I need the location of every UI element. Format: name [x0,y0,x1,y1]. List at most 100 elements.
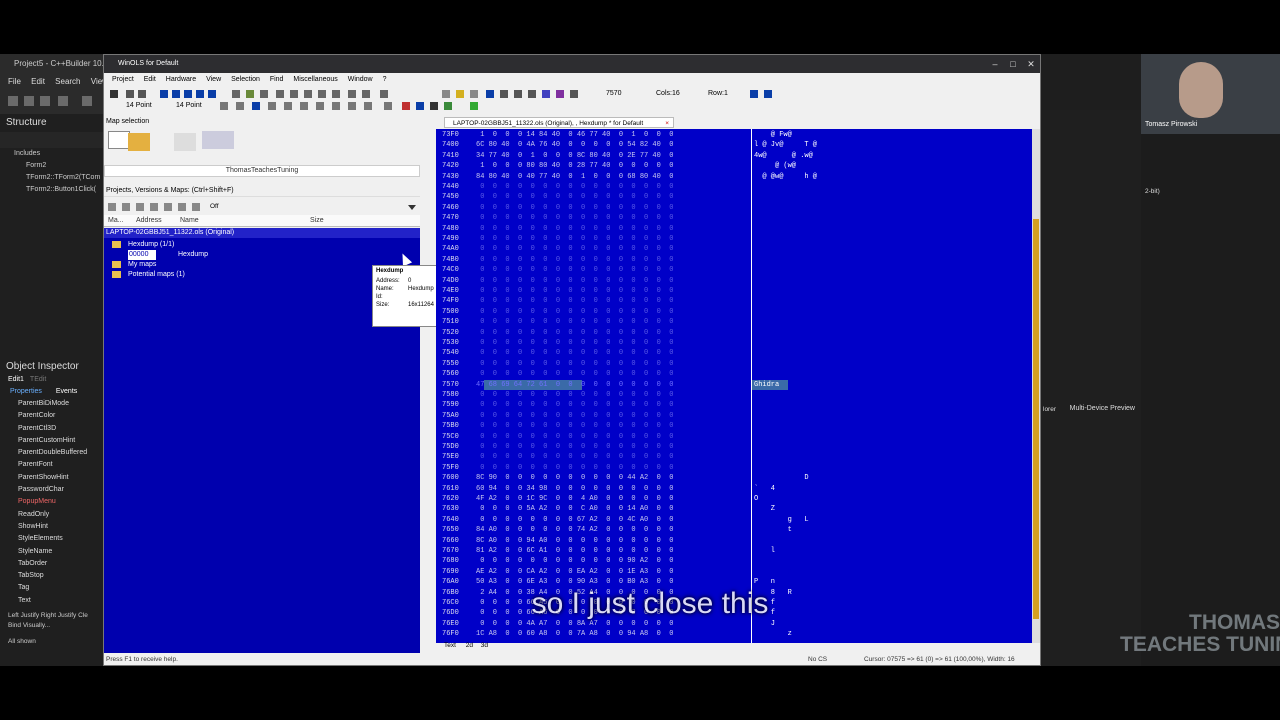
col-map[interactable]: Ma... [108,215,124,227]
ide-menu-view[interactable]: View [91,77,104,86]
toolbar-icon[interactable] [442,90,450,98]
hex-ascii[interactable]: z [754,629,874,639]
hex-row[interactable]: 7680 0 0 0 0 0 0 0 0 0 0 0 0 90 A2 0 0 [436,556,1032,566]
filter-off-label[interactable]: Off [210,203,219,210]
hex-row[interactable]: 7510 0 0 0 0 0 0 0 0 0 0 0 0 0 0 0 0 [436,317,1032,327]
hex-bytes[interactable]: 8C A0 0 0 94 A0 0 0 0 0 0 0 0 0 0 0 [476,536,746,546]
property-row[interactable]: Text [0,595,104,607]
hex-bytes[interactable]: 0 0 0 0 0 0 0 0 0 0 0 0 0 0 0 0 [476,234,746,244]
hex-bytes[interactable]: 0 0 0 0 0 0 0 0 0 0 0 0 0 0 0 0 [476,307,746,317]
toolbar-icon[interactable] [542,90,550,98]
prev-row-icon[interactable] [750,90,758,98]
forward-icon[interactable] [196,90,204,98]
property-row[interactable]: ParentColor [0,410,104,422]
toolbar-icon[interactable] [364,102,372,110]
toolbar-icon[interactable] [416,102,424,110]
hex-bytes[interactable]: 0 0 0 0 0 0 0 0 0 0 0 0 0 0 0 0 [476,411,746,421]
hex-row[interactable]: 7470 0 0 0 0 0 0 0 0 0 0 0 0 0 0 0 0 [436,213,1032,223]
hex-ascii[interactable]: Z [754,504,874,514]
hex-row[interactable]: 7440 0 0 0 0 0 0 0 0 0 0 0 0 0 0 0 0 [436,182,1032,192]
hex-bytes[interactable]: 0 0 0 0 0 0 0 0 0 0 0 0 0 0 0 0 [476,359,746,369]
property-row[interactable]: PasswordChar [0,484,104,496]
toolbar-icon[interactable] [252,102,260,110]
hex-ascii[interactable]: t [754,525,874,535]
hex-ascii[interactable]: @ @w@ h @ [754,172,874,182]
hex-row[interactable]: 7490 0 0 0 0 0 0 0 0 0 0 0 0 0 0 0 0 [436,234,1032,244]
property-row[interactable]: TabStop [0,570,104,582]
hex-row[interactable]: 7660 8C A0 0 0 94 A0 0 0 0 0 0 0 0 0 0 0 [436,536,1032,546]
back-icon[interactable] [172,90,180,98]
menu-selection[interactable]: Selection [231,76,260,83]
hex-row[interactable]: 7420 1 0 0 0 80 80 40 0 28 77 40 0 0 0 0… [436,161,1032,171]
close-tab-icon[interactable]: × [665,118,669,129]
hex-bytes[interactable]: 0 0 0 0 0 0 0 0 67 A2 0 0 4C A0 0 0 [476,515,746,525]
hex-bytes[interactable]: 0 0 0 0 0 0 0 0 0 0 0 0 0 0 0 0 [476,203,746,213]
hex-row[interactable]: 7500 0 0 0 0 0 0 0 0 0 0 0 0 0 0 0 0 [436,307,1032,317]
toolbar-icon[interactable] [318,90,326,98]
hex-bytes[interactable]: AE A2 0 0 CA A2 0 0 EA A2 0 0 1E A3 0 0 [476,567,746,577]
hex-bytes[interactable]: 0 0 0 0 0 0 0 0 0 0 0 0 0 0 0 0 [476,442,746,452]
hex-ascii[interactable]: l [754,546,874,556]
prev-icon[interactable] [160,90,168,98]
hex-row[interactable]: 7640 0 0 0 0 0 0 0 0 67 A2 0 0 4C A0 0 0… [436,515,1032,525]
oi-verbs[interactable]: Left Justify Right Justify Cle [0,611,104,621]
font-size-a[interactable]: 14 Point [126,102,152,109]
hex-row[interactable]: 7480 0 0 0 0 0 0 0 0 0 0 0 0 0 0 0 0 [436,224,1032,234]
toolbar-icon[interactable] [110,90,118,98]
tree-item-name[interactable]: Hexdump [178,250,208,260]
hexdump-tab[interactable]: LAPTOP-02GBBJ51_11322.ols (Original), , … [444,117,674,128]
hex-bytes[interactable]: 4F A2 0 0 1C 9C 0 0 4 A0 0 0 0 0 0 0 [476,494,746,504]
toolbar-icon[interactable] [126,90,134,98]
hex-ascii[interactable]: g L [754,515,874,525]
hex-row[interactable]: 7550 0 0 0 0 0 0 0 0 0 0 0 0 0 0 0 0 [436,359,1032,369]
toolbar-icon[interactable] [290,90,298,98]
address-field[interactable]: 7570 [606,90,622,97]
property-row[interactable]: PopupMenu [0,496,104,508]
hex-bytes[interactable]: 1C A8 0 0 60 A8 0 0 7A A8 0 0 94 A8 0 0 [476,629,746,639]
hex-bytes[interactable]: 84 80 40 0 40 77 40 0 1 0 0 0 68 80 40 0 [476,172,746,182]
chevron-down-icon[interactable] [408,205,416,210]
hex-bytes[interactable]: 81 A2 0 0 6C A1 0 0 0 0 0 0 0 0 0 0 [476,546,746,556]
toolbar-icon[interactable] [362,90,370,98]
toolbar-icon[interactable] [260,90,268,98]
hex-bytes[interactable]: 34 77 40 0 1 0 0 0 8C 80 40 0 2E 77 40 0 [476,151,746,161]
hex-bytes[interactable]: 0 0 0 0 0 0 0 0 0 0 0 0 0 0 0 0 [476,452,746,462]
tree-item-address[interactable]: 00000 [128,250,156,260]
hex-row[interactable]: 74B0 0 0 0 0 0 0 0 0 0 0 0 0 0 0 0 0 [436,255,1032,265]
hex-ascii[interactable]: ` 4 [754,484,874,494]
filter-icon[interactable] [178,203,186,211]
hex-row[interactable]: 7530 0 0 0 0 0 0 0 0 0 0 0 0 0 0 0 0 [436,338,1032,348]
toolbar-icon[interactable] [348,102,356,110]
hex-bytes[interactable]: 0 0 0 0 5A A2 0 0 C A0 0 0 14 A0 0 0 [476,504,746,514]
hex-bytes[interactable]: 0 0 0 0 0 0 0 0 0 0 0 0 0 0 0 0 [476,182,746,192]
toolbar-icon[interactable] [276,90,284,98]
property-row[interactable]: StyleElements [0,533,104,545]
ide-menu-file[interactable]: File [8,77,21,86]
menu-help[interactable]: ? [383,76,387,83]
hex-bytes[interactable]: 47 68 69 64 72 61 0 0 0 0 0 0 0 0 0 0 [476,380,746,390]
hex-row[interactable]: 7650 84 A0 0 0 0 0 0 0 74 A2 0 0 0 0 0 0 … [436,525,1032,535]
hex-row[interactable]: 7610 60 94 0 0 34 98 0 0 0 0 0 0 0 0 0 0 `… [436,484,1032,494]
menu-miscellaneous[interactable]: Miscellaneous [293,76,337,83]
hex-row[interactable]: 7520 0 0 0 0 0 0 0 0 0 0 0 0 0 0 0 0 [436,328,1032,338]
hex-bytes[interactable]: 60 94 0 0 34 98 0 0 0 0 0 0 0 0 0 0 [476,484,746,494]
hex-bytes[interactable]: 1 0 0 0 14 84 40 0 46 77 40 0 1 0 0 0 [476,130,746,140]
hex-bytes[interactable]: 0 0 0 0 0 0 0 0 0 0 0 0 0 0 0 0 [476,192,746,202]
structure-item[interactable]: Includes [0,148,104,160]
col-name[interactable]: Name [180,215,199,227]
tab-2d[interactable]: 2d [466,642,473,649]
property-row[interactable]: StyleName [0,546,104,558]
bind-visually-link[interactable]: Bind Visually... [0,621,104,631]
hex-row[interactable]: 7430 84 80 40 0 40 77 40 0 1 0 0 0 68 80 … [436,172,1032,182]
menu-view[interactable]: View [206,76,221,83]
hex-ascii[interactable]: 4w@ @ .w@ [754,151,874,161]
ide-menu-edit[interactable]: Edit [31,77,45,86]
hex-ascii[interactable]: Ghidra [754,380,874,390]
filter-icon[interactable] [164,203,172,211]
toolbar-icon[interactable] [570,90,578,98]
hex-ascii[interactable]: D [754,473,874,483]
hex-bytes[interactable]: 0 0 0 0 0 0 0 0 0 0 0 0 0 0 0 0 [476,390,746,400]
hex-row[interactable]: 74A0 0 0 0 0 0 0 0 0 0 0 0 0 0 0 0 0 [436,244,1032,254]
scrollbar-thumb[interactable] [1033,219,1039,619]
toolbar-icon[interactable] [316,102,324,110]
